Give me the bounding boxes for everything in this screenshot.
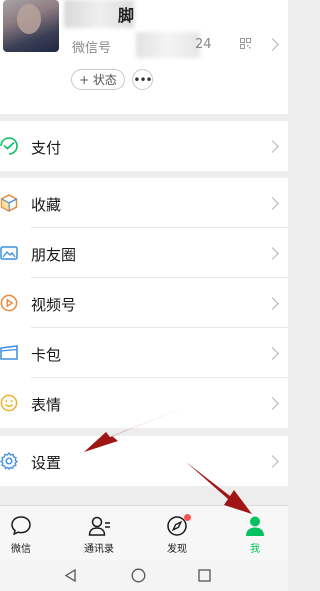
chevron-right-icon (266, 197, 279, 210)
back-icon[interactable] (64, 569, 77, 582)
tab-discover[interactable]: 发现 (147, 506, 207, 561)
tab-contacts[interactable]: 通讯录 (69, 506, 129, 561)
tab-label: 我 (250, 544, 260, 555)
chat-icon (11, 516, 31, 536)
notification-badge (184, 514, 191, 521)
chevron-right-icon (266, 247, 279, 260)
menu-item-label: 收藏 (31, 196, 62, 214)
chevron-right-icon (266, 140, 279, 153)
tab-chats[interactable]: 微信 (0, 506, 51, 561)
menu-item-label: 朋友圈 (31, 246, 77, 264)
tab-label: 发现 (167, 544, 187, 555)
tab-label: 微信 (11, 544, 31, 555)
wechat-id-value: 24 (195, 37, 212, 52)
chevron-right-icon (266, 397, 279, 410)
tab-me[interactable]: 我 (225, 506, 285, 561)
tab-label: 通讯录 (84, 544, 114, 555)
channels-icon (0, 294, 18, 312)
menu-item-favorites[interactable]: 收藏 (0, 178, 288, 228)
settings-icon (0, 452, 18, 470)
add-status-button[interactable]: + 状态 (71, 69, 125, 90)
favorites-icon (0, 194, 18, 212)
menu-item-moments[interactable]: 朋友圈 (0, 228, 288, 278)
cards-icon (0, 345, 18, 360)
chevron-right-icon (266, 347, 279, 360)
menu-item-label: 支付 (31, 139, 62, 157)
contacts-icon (88, 516, 110, 536)
bottom-tab-bar: 微信 通讯录 发现 我 (0, 505, 288, 560)
wechat-id-label: 微信号 (72, 41, 112, 56)
menu-item-label: 卡包 (31, 346, 62, 364)
menu-item-stickers[interactable]: 表情 (0, 378, 288, 428)
avatar[interactable] (3, 0, 59, 52)
menu-item-label: 设置 (31, 454, 62, 472)
system-nav-bar (0, 560, 288, 591)
qr-code-icon[interactable] (240, 38, 251, 49)
moments-icon (0, 246, 18, 260)
stickers-icon (0, 394, 18, 412)
blurred-wechat-id (136, 32, 200, 58)
menu-item-label: 视频号 (31, 296, 77, 314)
more-button[interactable]: ••• (132, 69, 153, 90)
payment-icon (0, 137, 18, 155)
menu-item-payment[interactable]: 支付 (0, 121, 288, 171)
home-icon[interactable] (131, 568, 146, 583)
menu-item-settings[interactable]: 设置 (0, 436, 288, 486)
menu-item-label: 表情 (31, 396, 62, 414)
recents-icon[interactable] (198, 569, 211, 582)
nickname: 脚 (118, 6, 135, 25)
chevron-right-icon (266, 297, 279, 310)
profile-header[interactable]: 脚 微信号 24 + 状态 ••• (0, 0, 288, 114)
chevron-right-icon (266, 455, 279, 468)
menu-item-cards[interactable]: 卡包 (0, 328, 288, 378)
menu-item-channels[interactable]: 视频号 (0, 278, 288, 328)
me-icon (246, 516, 264, 536)
chevron-right-icon[interactable] (266, 38, 279, 51)
